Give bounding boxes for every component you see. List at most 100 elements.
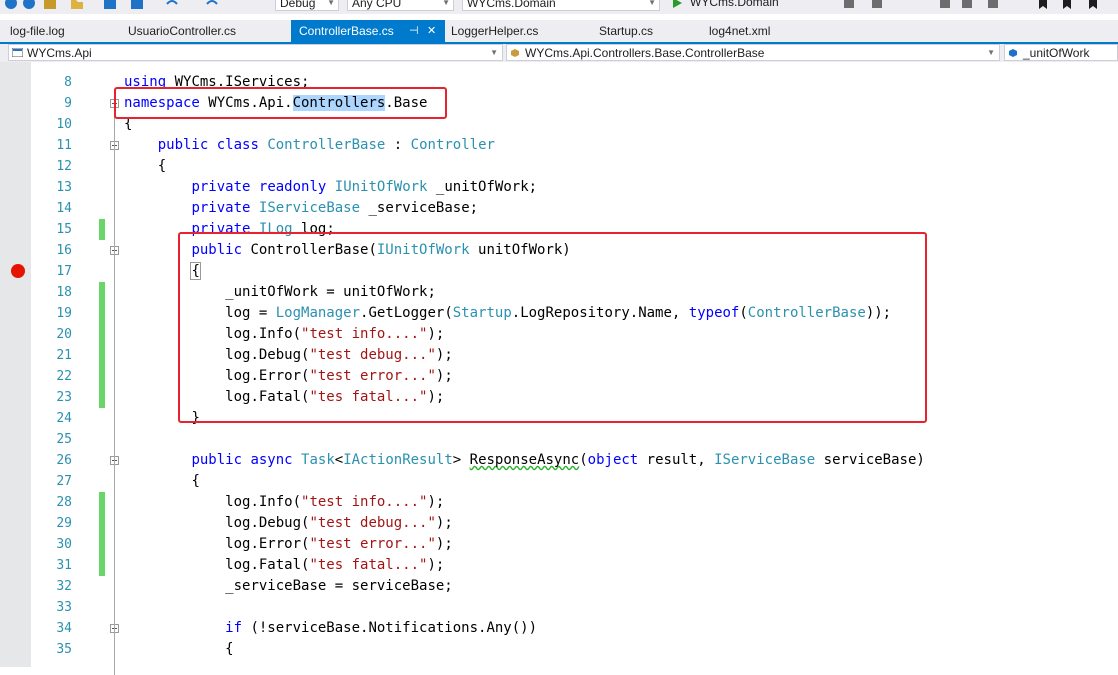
tab-usuario-controller[interactable]: UsuarioController.cs [120, 20, 288, 42]
chevron-down-icon: ▼ [490, 48, 498, 57]
outline-line [114, 465, 115, 675]
start-icon[interactable] [670, 0, 684, 10]
code-line[interactable]: log.Info("test info...."); [225, 492, 444, 513]
line-number: 22 [56, 369, 72, 384]
save-all-icon[interactable] [130, 0, 144, 10]
code-line[interactable]: private readonly IUnitOfWork _unitOfWork… [191, 177, 537, 198]
code-line[interactable]: { [225, 639, 233, 660]
project-dropdown[interactable]: WYCms.Api ▼ [8, 44, 503, 61]
bookmark-prev-icon[interactable] [1060, 0, 1074, 10]
line-number: 12 [56, 159, 72, 174]
toolbar: Debug ▼ Any CPU ▼ WYCms.Domain ▼ WYCms.Doma… [0, 0, 1118, 14]
line-number: 23 [56, 390, 72, 405]
bookmark-next-icon[interactable] [1086, 0, 1100, 10]
tab-log4net[interactable]: log4net.xml [701, 20, 821, 42]
change-marker [99, 492, 105, 576]
pin-icon[interactable]: ⊣ [409, 20, 419, 42]
platform-value: Any CPU [352, 0, 402, 10]
tab-label: log4net.xml [709, 24, 771, 38]
code-line[interactable]: _serviceBase = serviceBase; [225, 576, 453, 597]
code-line[interactable]: log.Error("test error..."); [225, 534, 453, 555]
back-icon[interactable] [4, 0, 18, 10]
line-number: 29 [56, 516, 72, 531]
tab-label: ControllerBase.cs [299, 24, 394, 38]
tab-label: Startup.cs [599, 24, 654, 38]
type-dropdown[interactable]: WYCms.Api.Controllers.Base.ControllerBas… [506, 44, 1000, 61]
change-marker [99, 282, 105, 408]
chevron-down-icon: ▼ [442, 0, 450, 7]
member-value: _unitOfWork [1023, 46, 1090, 60]
line-number: 19 [56, 306, 72, 321]
change-marker [99, 219, 105, 240]
line-number: 21 [56, 348, 72, 363]
toolbar-icon-a[interactable] [842, 0, 856, 10]
undo-icon[interactable] [165, 0, 179, 10]
toolbar-icon-e[interactable] [986, 0, 1000, 10]
project-value: WYCms.Api [27, 46, 92, 60]
toolbar-icon-d[interactable] [960, 0, 974, 10]
line-number: 16 [56, 243, 72, 258]
tab-controller-base[interactable]: ControllerBase.cs ⊣ ✕ [291, 20, 445, 42]
close-icon[interactable]: ✕ [427, 20, 436, 42]
line-number: 13 [56, 180, 72, 195]
code-line[interactable]: log.Debug("test debug..."); [225, 513, 453, 534]
platform-dropdown[interactable]: Any CPU ▼ [347, 0, 454, 11]
tab-label: log-file.log [10, 24, 65, 38]
line-number: 17 [56, 264, 72, 279]
chevron-down-icon: ▼ [648, 0, 656, 7]
tab-label: LoggerHelper.cs [451, 24, 539, 38]
chevron-down-icon: ▼ [327, 0, 335, 7]
code-editor[interactable]: 8 using WYCms.IServices; 9 namespace WYCms.… [0, 62, 1118, 675]
tab-log-file[interactable]: log-file.log [2, 20, 112, 42]
code-line[interactable]: private IServiceBase _serviceBase; [191, 198, 478, 219]
forward-icon[interactable] [22, 0, 36, 10]
type-value: WYCms.Api.Controllers.Base.ControllerBas… [525, 46, 765, 60]
new-project-icon[interactable] [43, 0, 57, 10]
tab-logger-helper[interactable]: LoggerHelper.cs [443, 20, 591, 42]
field-icon [1009, 49, 1017, 57]
line-number: 10 [56, 117, 72, 132]
line-number: 24 [56, 411, 72, 426]
line-number: 26 [56, 453, 72, 468]
code-line[interactable]: public class ControllerBase : Controller [158, 135, 495, 156]
code-line[interactable]: public async Task<IActionResult> Respons… [191, 450, 924, 471]
startup-project-value: WYCms.Domain [467, 0, 556, 10]
toolbar-icon-c[interactable] [938, 0, 952, 10]
run-target[interactable]: WYCms.Domain [686, 0, 834, 11]
indicator-margin[interactable] [0, 62, 30, 667]
line-number: 31 [56, 558, 72, 573]
line-number: 25 [56, 432, 72, 447]
tab-startup[interactable]: Startup.cs [591, 20, 701, 42]
line-number: 32 [56, 579, 72, 594]
open-file-icon[interactable] [70, 0, 84, 10]
code-line[interactable]: { [158, 156, 166, 177]
code-line[interactable]: if (!serviceBase.Notifications.Any()) [225, 618, 537, 639]
line-number: 34 [56, 621, 72, 636]
tab-label: UsuarioController.cs [128, 24, 237, 38]
toolbar-icon-b[interactable] [870, 0, 884, 10]
member-dropdown[interactable]: _unitOfWork [1004, 44, 1118, 61]
line-number: 15 [56, 222, 72, 237]
line-number: 11 [56, 138, 72, 153]
config-value: Debug [280, 0, 316, 10]
line-number: 28 [56, 495, 72, 510]
class-icon [511, 49, 519, 57]
redo-icon[interactable] [205, 0, 219, 10]
csharp-project-icon [12, 48, 23, 57]
code-line[interactable]: { [191, 471, 199, 492]
run-target-value: WYCms.Domain [690, 0, 779, 9]
code-line[interactable]: log.Fatal("tes fatal..."); [225, 555, 444, 576]
line-number: 9 [64, 96, 72, 111]
config-dropdown[interactable]: Debug ▼ [275, 0, 339, 11]
outline-line [114, 255, 115, 423]
startup-project-dropdown[interactable]: WYCms.Domain ▼ [462, 0, 660, 11]
highlight-box [178, 232, 927, 423]
document-tabs: log-file.log UsuarioController.cs Contro… [0, 20, 1118, 44]
save-icon[interactable] [103, 0, 117, 10]
bookmark-icon[interactable] [1036, 0, 1050, 10]
chevron-down-icon: ▼ [987, 48, 995, 57]
line-number: 27 [56, 474, 72, 489]
breakpoint-icon[interactable] [11, 264, 25, 278]
highlight-box [114, 87, 447, 119]
line-number: 35 [56, 642, 72, 657]
